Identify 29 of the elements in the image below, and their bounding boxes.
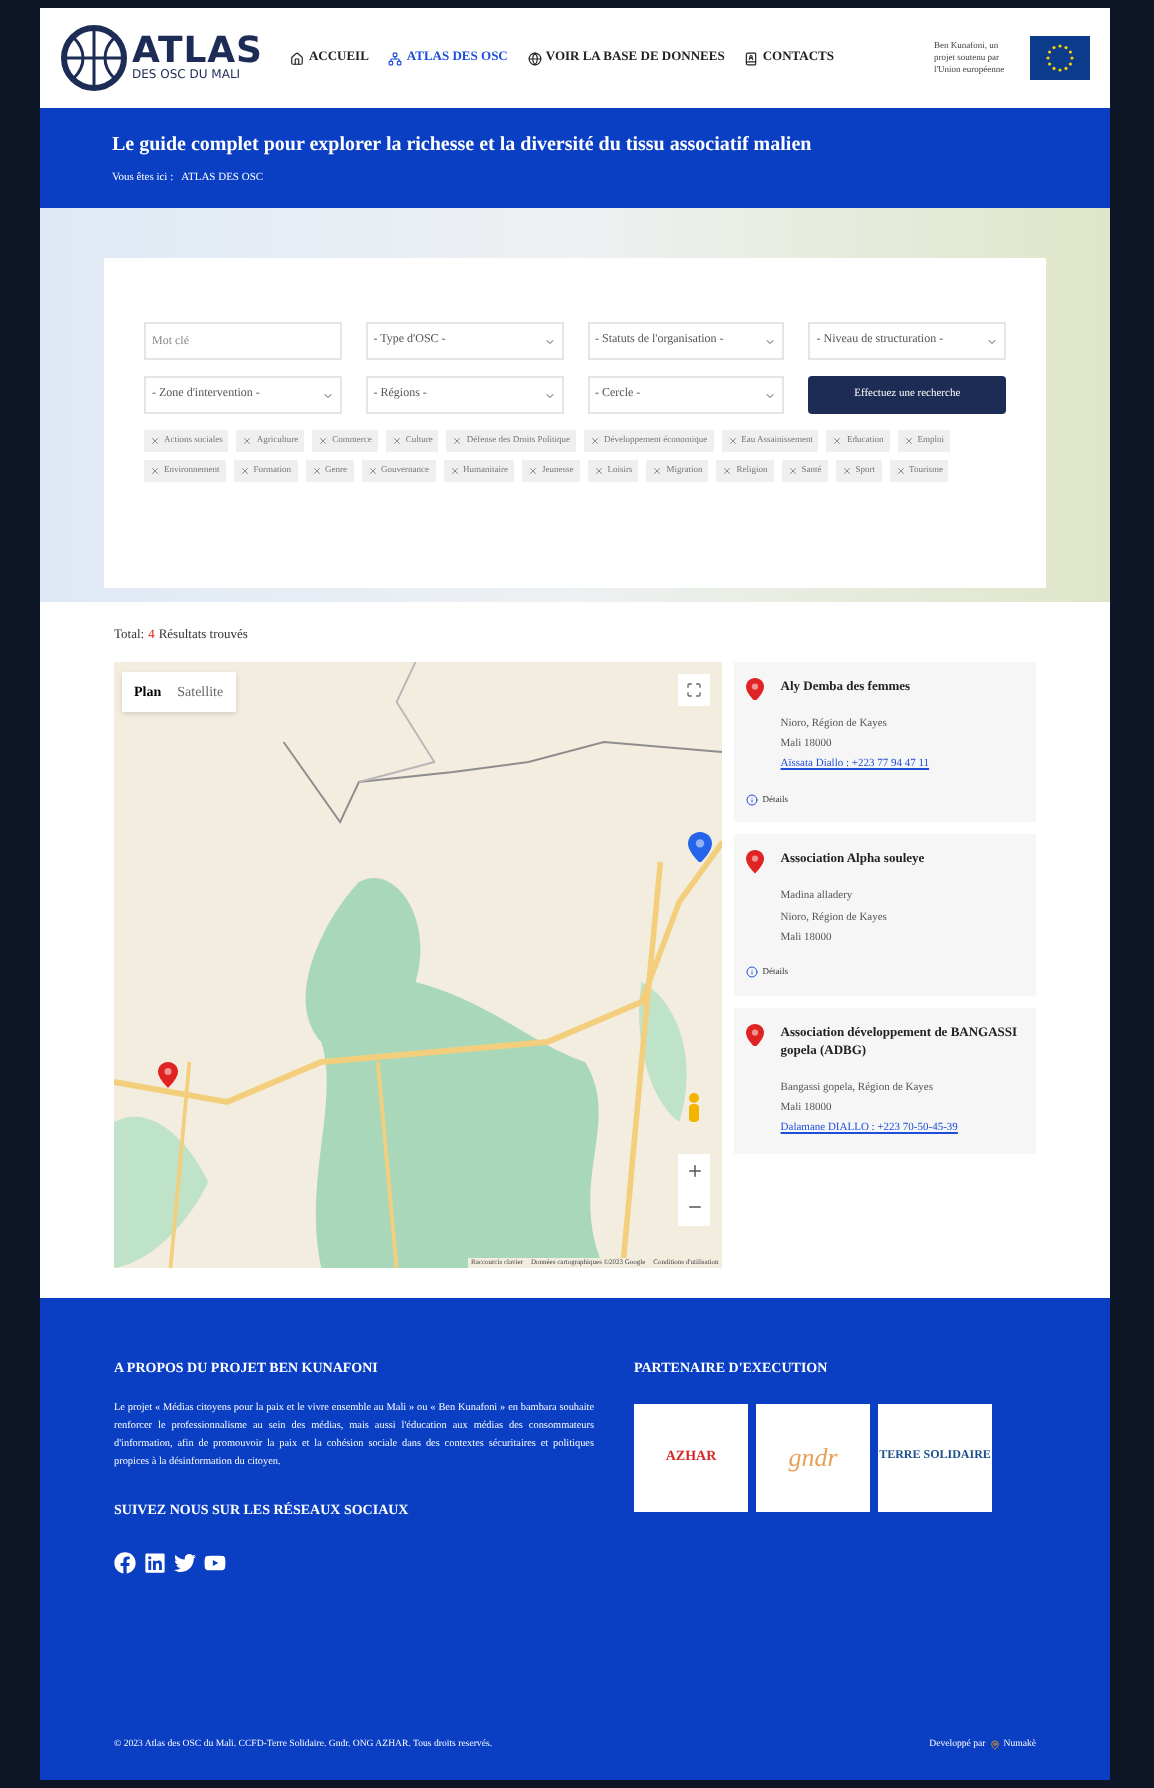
chevron-icon xyxy=(986,335,998,347)
nav-icon xyxy=(290,51,305,65)
chevron-icon xyxy=(764,389,777,401)
map-marker-icon xyxy=(746,1023,765,1047)
banner-title: Le guide complet pour explorer la richesse et la diversité du tissu associatif malien xyxy=(112,131,814,160)
info-icon xyxy=(746,793,759,806)
linkedin-icon[interactable] xyxy=(144,1552,166,1574)
chevron-icon xyxy=(764,335,777,347)
nav-icon xyxy=(744,51,759,65)
twitter-icon[interactable] xyxy=(174,1552,196,1574)
map-marker-icon xyxy=(688,831,712,863)
globe-logo-icon xyxy=(60,24,128,92)
nav-icon xyxy=(388,51,403,65)
logo-title: ATLAS xyxy=(132,34,263,70)
map-marker-icon xyxy=(158,1061,178,1088)
eu-flag-icon xyxy=(1030,36,1090,80)
fullscreen-icon xyxy=(686,681,703,698)
fullscreen-button[interactable] xyxy=(678,673,711,706)
chevron-icon xyxy=(321,389,334,401)
facebook-icon[interactable] xyxy=(114,1552,136,1574)
youtube-icon[interactable] xyxy=(204,1552,226,1574)
nav-icon xyxy=(527,51,542,65)
map-marker-icon xyxy=(746,677,765,701)
chevron-icon xyxy=(543,389,555,401)
info-icon xyxy=(746,966,759,979)
partner-name: gndr xyxy=(788,1439,838,1476)
chevron-icon xyxy=(543,335,555,347)
plus-icon xyxy=(685,1162,704,1181)
map-marker-icon xyxy=(746,850,765,874)
